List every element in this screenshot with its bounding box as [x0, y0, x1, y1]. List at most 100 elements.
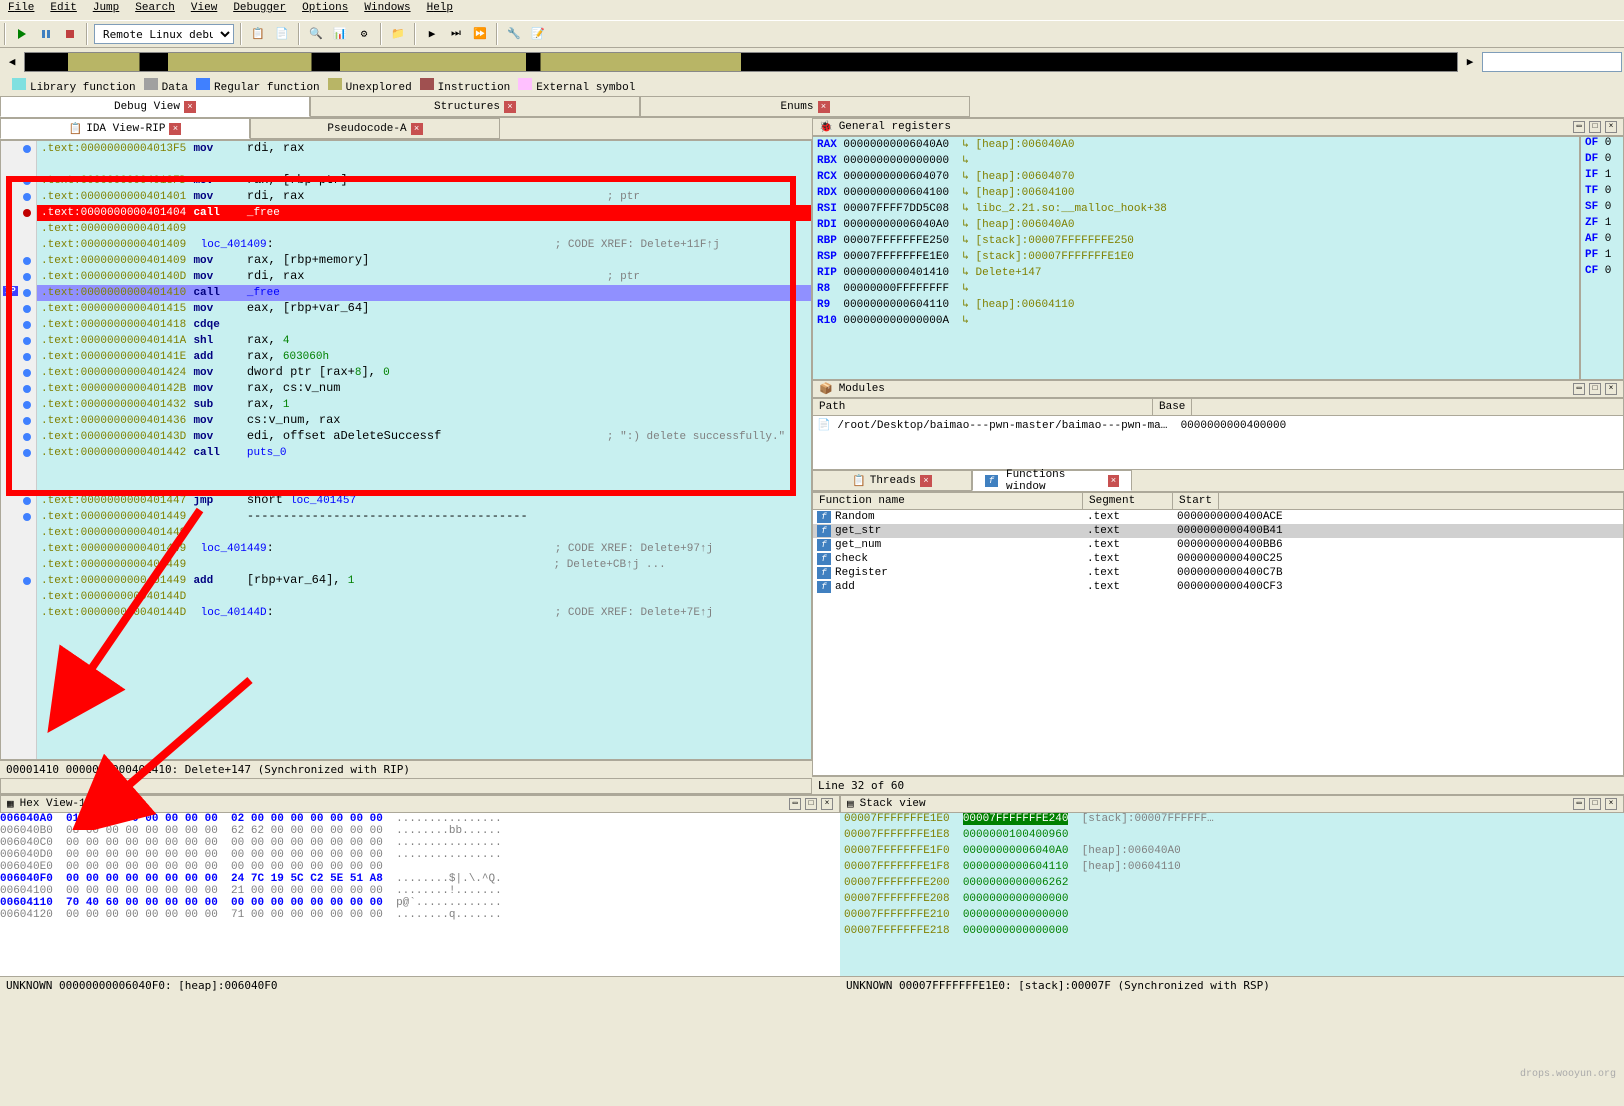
registers-panel[interactable]: RAX 00000000006040A0 ↳ [heap]:006040A0RB…	[812, 136, 1580, 380]
col-base[interactable]: Base	[1153, 399, 1192, 415]
code-line[interactable]: .text:0000000000401418 cdqe	[37, 317, 811, 333]
tb-icon-4[interactable]: 📊	[330, 24, 350, 44]
register-row[interactable]: R8 00000000FFFFFFFF ↳	[813, 281, 1579, 297]
code-line[interactable]: .text:0000000000401449 ; Delete+CB↑j ...	[37, 557, 811, 573]
close-icon[interactable]: ×	[169, 123, 181, 135]
menu-jump[interactable]: Jump	[93, 2, 119, 18]
stack-row[interactable]: 00007FFFFFFFE1E0 00007FFFFFFFE240 [stack…	[840, 813, 1624, 829]
pause-button[interactable]	[36, 24, 56, 44]
code-line[interactable]: .text:0000000000401409	[37, 221, 811, 237]
hex-row[interactable]: 006040A0 01 00 00 00 00 00 00 00 02 00 0…	[0, 813, 840, 825]
col-path[interactable]: Path	[813, 399, 1153, 415]
max-icon[interactable]: □	[805, 798, 817, 810]
code-line[interactable]: .text:000000000040144D	[37, 589, 811, 605]
menu-windows[interactable]: Windows	[364, 2, 410, 18]
code-line[interactable]: .text:000000000040141E add rax, 603060h	[37, 349, 811, 365]
close-icon[interactable]: ×	[920, 475, 932, 487]
code-line[interactable]	[37, 157, 811, 173]
close-icon[interactable]: ×	[1605, 798, 1617, 810]
max-icon[interactable]: □	[1589, 383, 1601, 395]
register-row[interactable]: RBX 0000000000000000 ↳	[813, 153, 1579, 169]
close-icon[interactable]: ×	[821, 798, 833, 810]
tb-icon-6[interactable]: 📁	[388, 24, 408, 44]
register-row[interactable]: RDI 00000000006040A0 ↳ [heap]:006040A0	[813, 217, 1579, 233]
menu-file[interactable]: File	[8, 2, 34, 18]
module-row[interactable]: 📄 /root/Desktop/baimao---pwn-master/baim…	[813, 416, 1623, 434]
close-icon[interactable]: ×	[411, 123, 423, 135]
tab-structures[interactable]: Structures×	[310, 96, 640, 117]
menu-view[interactable]: View	[191, 2, 217, 18]
function-row[interactable]: fget_num.text0000000000400BB6	[813, 538, 1623, 552]
stack-row[interactable]: 00007FFFFFFFE1F0 00000000006040A0 [heap]…	[840, 845, 1624, 861]
code-line[interactable]: .text:0000000000401432 sub rax, 1	[37, 397, 811, 413]
code-line[interactable]: .text:0000000000401409 mov rax, [rbp+mem…	[37, 253, 811, 269]
stack-row[interactable]: 00007FFFFFFFE1E8 0000000100400960	[840, 829, 1624, 845]
tb-icon-2[interactable]: 📄	[272, 24, 292, 44]
tb-icon-7[interactable]: ▶	[422, 24, 442, 44]
register-row[interactable]: RCX 0000000000604070 ↳ [heap]:00604070	[813, 169, 1579, 185]
nav-search[interactable]	[1482, 52, 1622, 72]
code-line[interactable]: .text:000000000040141A shl rax, 4	[37, 333, 811, 349]
hex-row[interactable]: 00604100 00 00 00 00 00 00 00 00 21 00 0…	[0, 885, 840, 897]
tb-icon-8[interactable]: ⏭	[446, 24, 466, 44]
code-line[interactable]: .text:0000000000401415 mov eax, [rbp+var…	[37, 301, 811, 317]
menu-search[interactable]: Search	[135, 2, 175, 18]
code-line[interactable]: .text:000000000040140D mov rdi, rax ; pt…	[37, 269, 811, 285]
code-line[interactable]: .text:0000000000401449 add [rbp+var_64],…	[37, 573, 811, 589]
stack-row[interactable]: 00007FFFFFFFE200 0000000000006262	[840, 877, 1624, 893]
close-icon[interactable]: ×	[1605, 121, 1617, 133]
tab-pseudo[interactable]: Pseudocode-A×	[250, 118, 500, 139]
max-icon[interactable]: □	[1589, 121, 1601, 133]
function-row[interactable]: fcheck.text0000000000400C25	[813, 552, 1623, 566]
hex-row[interactable]: 006040D0 00 00 00 00 00 00 00 00 00 00 0…	[0, 849, 840, 861]
col-fname[interactable]: Function name	[813, 493, 1083, 509]
tab-enums[interactable]: Enums×	[640, 96, 970, 117]
min-icon[interactable]: ▭	[1573, 383, 1585, 395]
tb-icon-5[interactable]: ⚙	[354, 24, 374, 44]
hscroll[interactable]	[0, 778, 812, 794]
hex-row[interactable]: 006040E0 00 00 00 00 00 00 00 00 00 00 0…	[0, 861, 840, 873]
nav-strip[interactable]	[24, 52, 1458, 72]
tb-icon-3[interactable]: 🔍	[306, 24, 326, 44]
close-icon[interactable]: ×	[504, 101, 516, 113]
debugger-combo[interactable]: Remote Linux debugger	[94, 24, 234, 44]
modules-panel[interactable]: PathBase 📄 /root/Desktop/baimao---pwn-ma…	[812, 398, 1624, 470]
stack-row[interactable]: 00007FFFFFFFE210 0000000000000000	[840, 909, 1624, 925]
stop-button[interactable]	[60, 24, 80, 44]
hex-row[interactable]: 00604120 00 00 00 00 00 00 00 00 71 00 0…	[0, 909, 840, 921]
code-line[interactable]: .text:0000000000401449	[37, 525, 811, 541]
code-line[interactable]: .text:000000000040144D loc_40144D: ; COD…	[37, 605, 811, 621]
function-row[interactable]: fget_str.text0000000000400B41	[813, 524, 1623, 538]
register-row[interactable]: R9 0000000000604110 ↳ [heap]:00604110	[813, 297, 1579, 313]
code-line[interactable]: .text:0000000000401424 mov dword ptr [ra…	[37, 365, 811, 381]
register-row[interactable]: RDX 0000000000604100 ↳ [heap]:00604100	[813, 185, 1579, 201]
max-icon[interactable]: □	[1589, 798, 1601, 810]
hex-view[interactable]: 006040A0 01 00 00 00 00 00 00 00 02 00 0…	[0, 813, 840, 976]
nav-fwd[interactable]: ▶	[1460, 52, 1480, 72]
tab-functions[interactable]: fFunctions window×	[972, 470, 1132, 491]
disassembly-view[interactable]: IP .text:00000000004013F5 mov rdi, rax.t…	[0, 140, 812, 760]
register-row[interactable]: RIP 0000000000401410 ↳ Delete+147	[813, 265, 1579, 281]
tab-threads[interactable]: 📋Threads×	[812, 470, 972, 491]
tab-idaview[interactable]: 📋IDA View-RIP×	[0, 118, 250, 139]
tb-icon-1[interactable]: 📋	[248, 24, 268, 44]
register-row[interactable]: RAX 00000000006040A0 ↳ [heap]:006040A0	[813, 137, 1579, 153]
hex-row[interactable]: 00604110 70 40 60 00 00 00 00 00 00 00 0…	[0, 897, 840, 909]
code-line[interactable]: .text:0000000000401401 mov rdi, rax ; pt…	[37, 189, 811, 205]
code-line[interactable]: .text:0000000000401404 call _free	[37, 205, 811, 221]
code-line[interactable]: .text:0000000000401442 call puts_0	[37, 445, 811, 461]
functions-panel[interactable]: Function nameSegmentStart fRandom.text00…	[812, 492, 1624, 776]
stack-row[interactable]: 00007FFFFFFFE208 0000000000000000	[840, 893, 1624, 909]
function-row[interactable]: fRandom.text0000000000400ACE	[813, 510, 1623, 524]
code-line[interactable]: .text:00000000004013F5 mov rdi, rax	[37, 141, 811, 157]
menu-edit[interactable]: Edit	[50, 2, 76, 18]
close-icon[interactable]: ×	[1108, 475, 1119, 487]
close-icon[interactable]: ×	[1605, 383, 1617, 395]
tab-debugview[interactable]: Debug View×	[0, 96, 310, 117]
menu-debugger[interactable]: Debugger	[233, 2, 286, 18]
tb-icon-b[interactable]: 📝	[528, 24, 548, 44]
close-icon[interactable]: ×	[184, 101, 196, 113]
register-row[interactable]: RSP 00007FFFFFFFE1E0 ↳ [stack]:00007FFFF…	[813, 249, 1579, 265]
nav-back[interactable]: ◀	[2, 52, 22, 72]
run-button[interactable]	[12, 24, 32, 44]
